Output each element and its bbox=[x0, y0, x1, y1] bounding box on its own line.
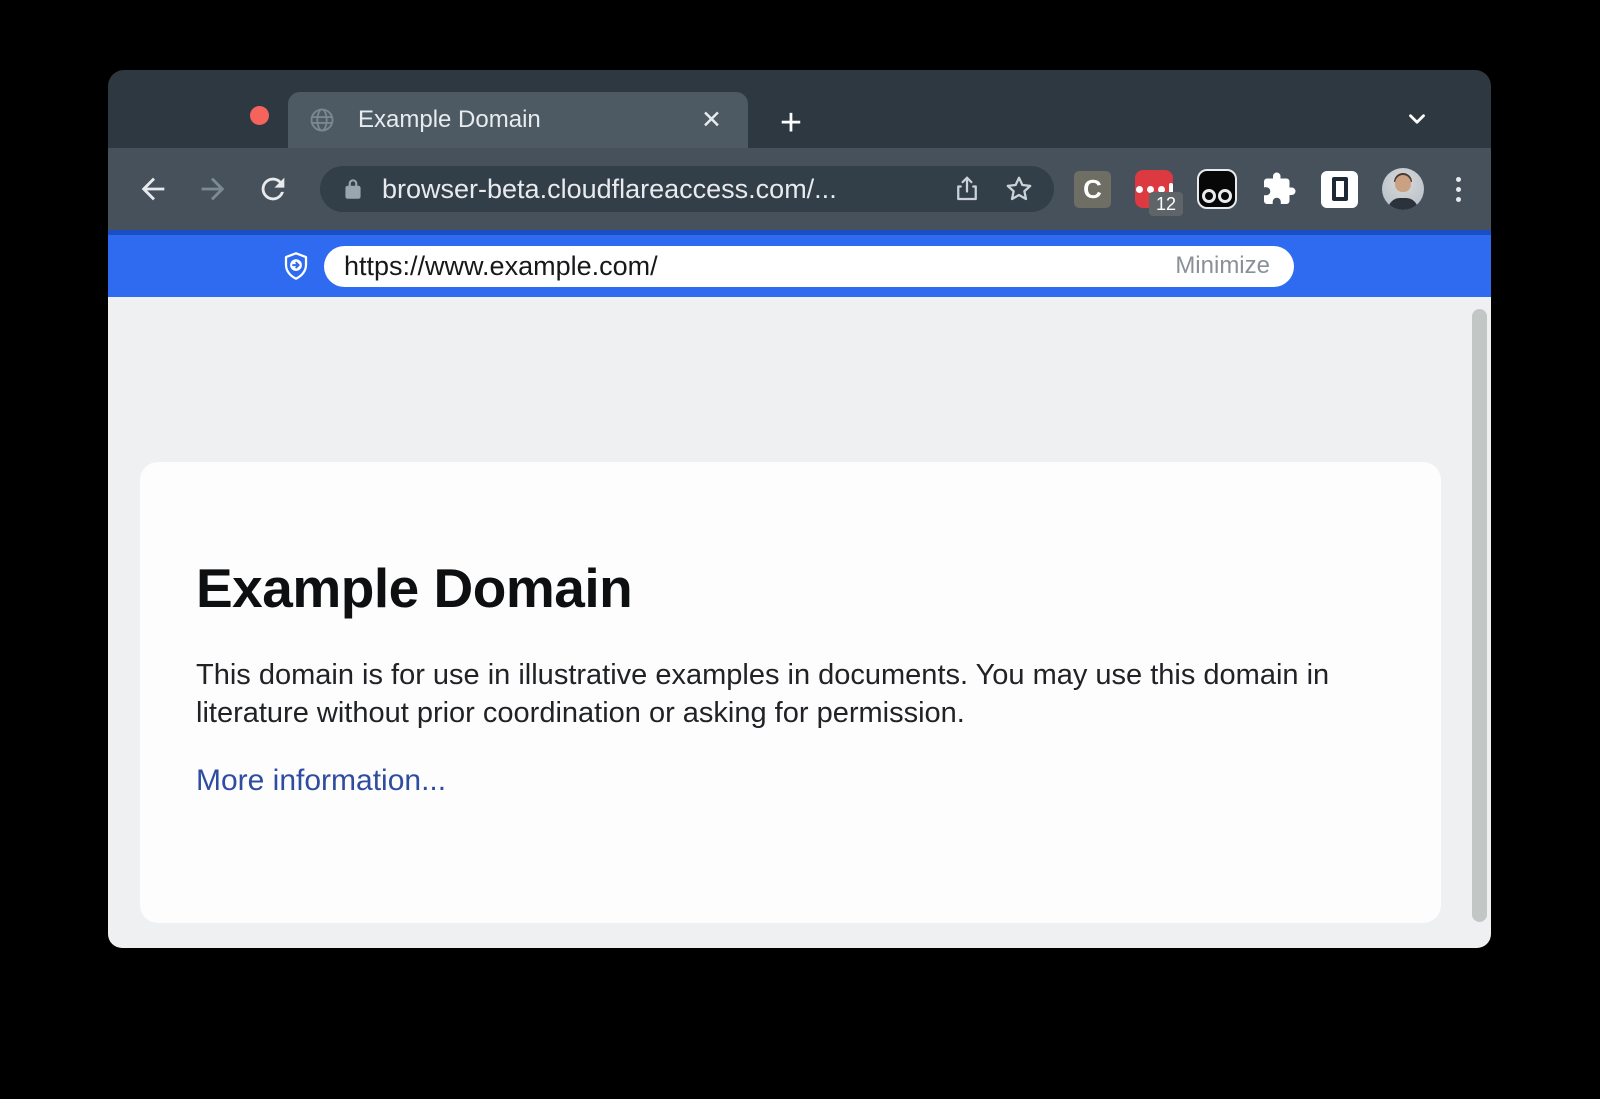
back-icon[interactable] bbox=[130, 166, 176, 212]
puzzle-icon[interactable] bbox=[1261, 171, 1297, 207]
tab-strip: Example Domain ✕ + bbox=[108, 70, 1491, 148]
browser-menu-icon[interactable] bbox=[1448, 173, 1469, 206]
isolation-bar: https://www.example.com/ Minimize bbox=[108, 230, 1491, 297]
browser-toolbar: browser-beta.cloudflareaccess.com/... C bbox=[108, 148, 1491, 230]
address-bar[interactable]: browser-beta.cloudflareaccess.com/... bbox=[320, 166, 1054, 212]
extension-red-dots-icon[interactable]: 12 bbox=[1135, 170, 1173, 208]
isolation-url: https://www.example.com/ bbox=[344, 251, 1171, 282]
page-viewport: Example Domain This domain is for use in… bbox=[108, 297, 1491, 948]
extension-c-icon[interactable]: C bbox=[1074, 171, 1111, 208]
browser-window: Example Domain ✕ + bbox=[108, 70, 1491, 948]
tab-close-icon[interactable]: ✕ bbox=[695, 104, 728, 137]
page-title: Example Domain bbox=[196, 556, 1385, 620]
tab-search-chevron-down-icon[interactable] bbox=[1396, 98, 1438, 140]
close-window-button[interactable] bbox=[250, 106, 269, 125]
lock-icon bbox=[340, 176, 366, 202]
isolation-url-bar[interactable]: https://www.example.com/ Minimize bbox=[324, 246, 1294, 287]
shield-arrow-icon bbox=[280, 250, 312, 282]
example-domain-card: Example Domain This domain is for use in… bbox=[140, 462, 1441, 923]
tab-title: Example Domain bbox=[358, 106, 695, 134]
extension-cluster: C 12 bbox=[1074, 168, 1469, 210]
vertical-scrollbar[interactable] bbox=[1472, 309, 1487, 922]
tab-example-domain[interactable]: Example Domain ✕ bbox=[288, 92, 748, 148]
share-icon[interactable] bbox=[952, 174, 982, 204]
reload-icon[interactable] bbox=[250, 166, 296, 212]
page-paragraph: This domain is for use in illustrative e… bbox=[196, 656, 1356, 732]
extension-black-circles-icon[interactable] bbox=[1197, 169, 1237, 209]
minimize-button[interactable]: Minimize bbox=[1171, 250, 1274, 282]
extension-badge-count: 12 bbox=[1149, 192, 1183, 216]
new-tab-button[interactable]: + bbox=[768, 100, 814, 146]
forward-icon[interactable] bbox=[190, 166, 236, 212]
address-bar-url: browser-beta.cloudflareaccess.com/... bbox=[382, 174, 952, 205]
side-panel-icon[interactable] bbox=[1321, 171, 1358, 208]
globe-favicon-icon bbox=[308, 106, 336, 134]
star-icon[interactable] bbox=[1004, 174, 1034, 204]
profile-avatar[interactable] bbox=[1382, 168, 1424, 210]
more-information-link[interactable]: More information... bbox=[196, 764, 446, 798]
